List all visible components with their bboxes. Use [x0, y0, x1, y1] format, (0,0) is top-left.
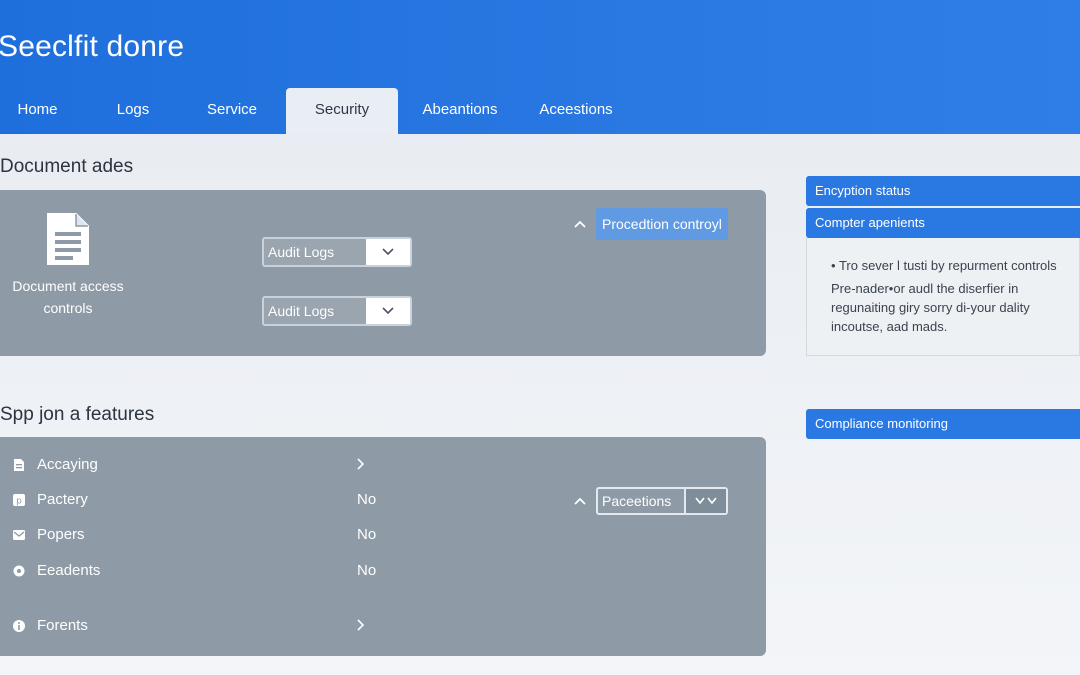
feature-value: No — [357, 526, 377, 543]
feature-value: No — [357, 562, 377, 579]
compliance-monitoring-bar[interactable]: Compliance monitoring — [806, 409, 1080, 439]
feature-label: Forents — [37, 617, 88, 634]
document-icon — [47, 213, 89, 265]
document-access-label: Document access controls — [0, 275, 136, 319]
features-section-title: Spp jon a features — [0, 404, 155, 425]
list-item[interactable]: Forents — [0, 613, 766, 641]
doc-label-line-1: Document access — [12, 278, 124, 294]
app-title: Seeclfit donre — [0, 30, 185, 63]
tab-service[interactable]: Service — [192, 88, 272, 134]
protection-controls-button[interactable]: Procedtion controyl — [596, 208, 728, 240]
app-header: Seeclfit donre Home Logs Service Securit… — [0, 0, 1080, 134]
chevron-down-icon — [366, 298, 410, 324]
chevron-up-icon[interactable] — [574, 492, 586, 508]
encryption-status-bar[interactable]: Encyption status — [806, 176, 1080, 206]
paragraph-line-3: incoutse, aad mads. — [831, 319, 948, 334]
feature-value: No — [357, 491, 377, 508]
chevron-up-icon[interactable] — [574, 215, 586, 231]
p-square-icon: p — [13, 494, 25, 507]
feature-label: Eeadents — [37, 562, 101, 579]
tab-logs[interactable]: Logs — [98, 88, 168, 134]
circle-info-icon — [13, 620, 25, 632]
audit-logs-select-1[interactable]: Audit Logs — [262, 237, 412, 267]
chevron-down-icon — [686, 489, 726, 513]
feature-label: Popers — [37, 526, 85, 543]
audit-logs-select-2[interactable]: Audit Logs — [262, 296, 412, 326]
tab-abeantions[interactable]: Abeantions — [410, 88, 510, 134]
tab-bar: Home Logs Service Security Abeantions Ac… — [0, 88, 700, 134]
chevron-down-icon — [366, 239, 410, 265]
tab-aceestions[interactable]: Aceestions — [530, 88, 622, 134]
bullet-text-content: Tro sever l tusti by repurment controls — [838, 258, 1057, 273]
mail-icon — [13, 530, 25, 540]
document-section-title: Document ades — [0, 156, 134, 177]
compliance-agreements-card: • Tro sever l tusti by repurment control… — [806, 238, 1080, 356]
list-item[interactable]: Accaying — [0, 452, 766, 480]
paragraph-line-2: regunaiting giry sorry di-your dality — [831, 300, 1030, 315]
tab-security[interactable]: Security — [286, 88, 398, 134]
list-item[interactable]: Popers No — [0, 522, 766, 550]
chevron-right-icon[interactable] — [357, 615, 365, 635]
tab-home[interactable]: Home — [0, 88, 75, 134]
paragraph-line-1: Pre-nader•or audl the diserfier in — [831, 281, 1019, 296]
select-value: Audit Logs — [264, 239, 366, 265]
select-value: Audit Logs — [264, 298, 366, 324]
chevron-right-icon[interactable] — [357, 454, 365, 474]
doc-label-line-2: controls — [43, 300, 93, 316]
gear-icon — [13, 565, 25, 577]
select-value: Paceetions — [598, 489, 686, 513]
precautions-select[interactable]: Paceetions — [596, 487, 728, 515]
features-panel: Accaying p Pactery No Popers No Eeadents… — [0, 437, 766, 656]
svg-text:p: p — [16, 497, 22, 507]
feature-label: Pactery — [37, 491, 88, 508]
feature-label: Accaying — [37, 456, 98, 473]
bullet-text: • Tro sever l tusti by repurment control… — [831, 258, 1057, 273]
compliance-agreements-bar[interactable]: Compter apenients — [806, 208, 1080, 238]
document-icon — [14, 459, 24, 471]
list-item[interactable]: Eeadents No — [0, 558, 766, 586]
